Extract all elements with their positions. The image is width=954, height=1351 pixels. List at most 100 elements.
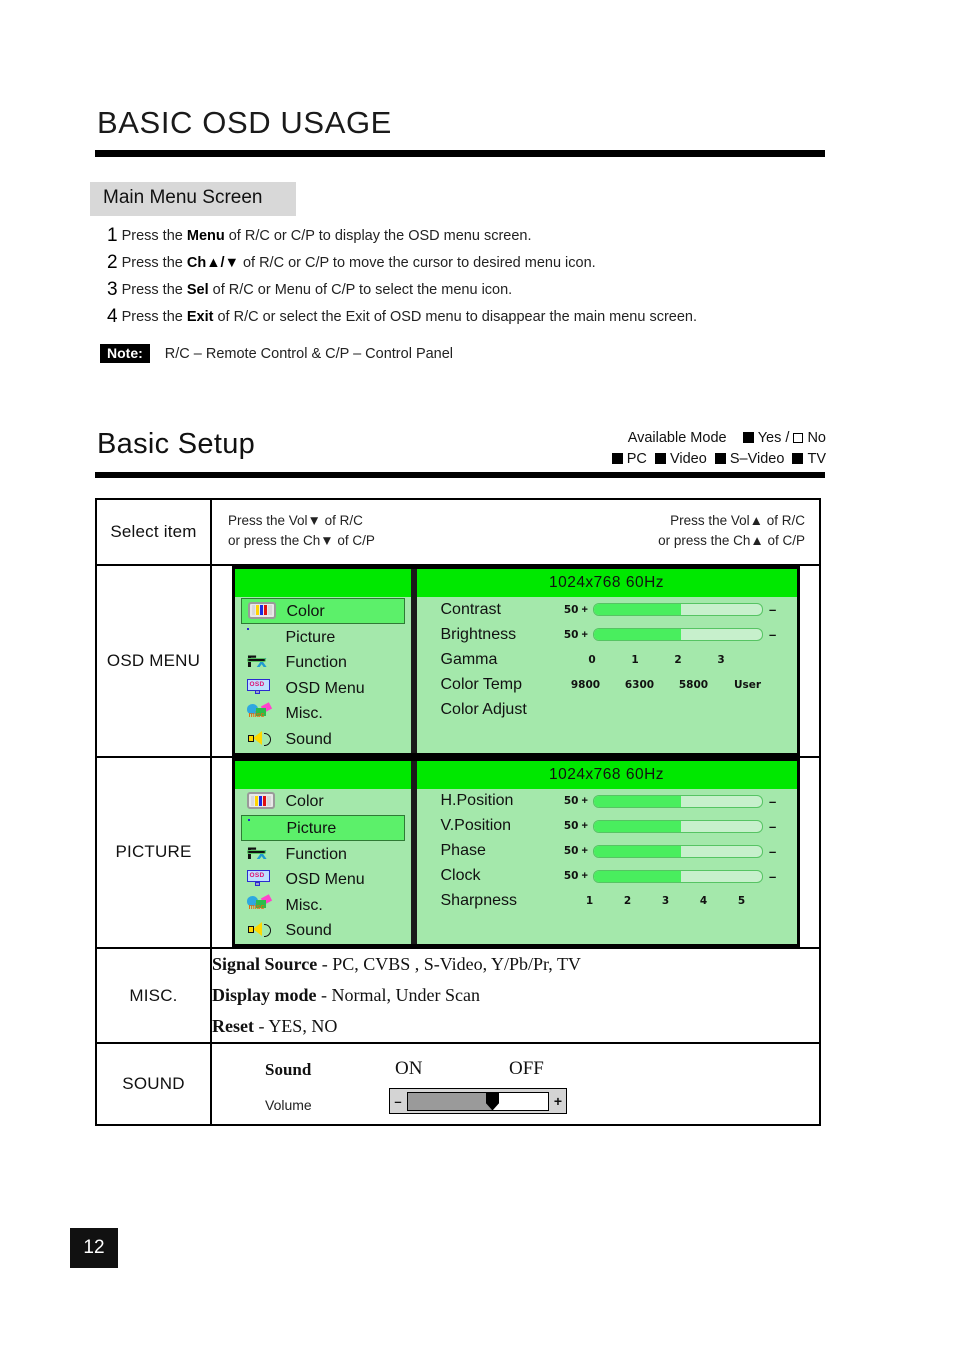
osd-menu-item-sound[interactable]: Sound [241,919,405,944]
step-item: 2 Press the Ch▲/▼ of R/C or C/P to move t… [107,253,827,272]
step-item: 3 Press the Sel of R/C or Menu of C/P to … [107,280,827,299]
picture-icon [247,818,278,838]
misc-value: Normal, Under Scan [331,985,480,1005]
setting-label: Clock [440,867,481,884]
note-row: Note: R/C – Remote Control & C/P – Contro… [100,344,453,363]
osd-menu-item-function[interactable]: Fx Function [241,842,405,867]
color-temp-option[interactable]: 5800 [667,679,721,691]
osd-menu-item-osd-menu[interactable]: OSD OSD Menu [241,676,405,701]
gamma-option[interactable]: 0 [571,654,614,666]
slider-track[interactable] [592,819,763,833]
osd-screen-icon: OSD [246,870,277,889]
slider-track[interactable] [592,628,763,641]
minus-sign: – [768,818,777,834]
basic-setup-table: Select item Press the Vol▼ of R/C or pre… [95,498,821,1126]
osd-setting-contrast[interactable]: Contrast 50 + – [417,597,797,622]
misc-content-cell: Signal Source - PC, CVBS , S-Video, Y/Pb… [210,947,821,1044]
step-post: of R/C or C/P to display the OSD menu sc… [224,228,532,244]
sharpness-options[interactable]: 1 2 3 4 5 [571,895,761,907]
osd-setting-sharpness[interactable]: Sharpness 1 2 3 4 5 [417,889,797,914]
osd-menu-item-sound[interactable]: Sound [241,727,405,752]
volume-slider-track[interactable] [407,1091,549,1111]
slider-track[interactable] [592,794,763,808]
mode-pc: PC [626,451,647,467]
osd-menu-item-osd-menu[interactable]: OSD OSD Menu [241,868,405,893]
steps-list: 1 Press the Menu of R/C or C/P to display… [107,226,827,336]
sharpness-option[interactable]: 5 [723,895,761,907]
sharpness-option[interactable]: 4 [685,895,723,907]
sound-setting-label: Sound [265,1060,312,1079]
osd-menu-item-misc[interactable]: misc Misc. [241,893,405,918]
misc-icon: misc [246,702,277,723]
color-temp-option[interactable]: 6300 [613,679,667,691]
color-temp-option[interactable]: 9800 [559,679,613,691]
misc-line: Signal Source - PC, CVBS , S-Video, Y/Pb… [212,949,819,980]
slider-track[interactable] [592,603,763,616]
sound-off-option[interactable]: OFF [509,1058,544,1080]
mode-video: Video [669,451,707,467]
gamma-option[interactable]: 1 [614,654,657,666]
osd-menu-item-label: Sound [285,730,332,748]
mode-tv: TV [807,451,826,467]
empty-square-icon [793,433,804,443]
yes-label: Yes [757,430,782,446]
slider-track[interactable] [592,844,763,858]
available-mode-label: Available Mode [627,430,727,446]
gamma-option[interactable]: 2 [657,654,700,666]
row-label-picture: PICTURE [115,842,192,862]
increase-line-2: or press the Ch▲ of C/P [658,533,805,548]
osd-setting-gamma[interactable]: Gamma 0 1 2 3 [417,647,797,672]
function-fx-icon: Fx [246,653,277,672]
osd-menu-item-color[interactable]: Color [240,598,405,624]
osd-menu-item-color[interactable]: Color [241,790,405,815]
volume-decrease-icon[interactable]: – [390,1094,406,1109]
slider-track[interactable] [592,869,763,883]
osd-setting-brightness[interactable]: Brightness 50 + – [417,622,797,647]
setting-label: V.Position [440,817,512,834]
gamma-option[interactable]: 3 [700,654,743,666]
osd-setting-h-position[interactable]: H.Position 50 + – [417,789,797,814]
row-label-cell: MISC. [95,947,212,1044]
gamma-options[interactable]: 0 1 2 3 [571,654,743,666]
setting-label: Color Temp [440,675,523,693]
color-temp-option[interactable]: User [721,679,775,691]
misc-line: Display mode - Normal, Under Scan [212,980,819,1011]
sharpness-option[interactable]: 1 [571,895,609,907]
minus-sign: – [768,868,777,884]
osd-menu-item-picture[interactable]: Picture [241,625,405,650]
setting-label: H.Position [440,792,514,809]
step-key: Menu [186,228,225,244]
osd-menu-item-picture[interactable]: Picture [240,815,405,841]
misc-key: Reset [212,1016,254,1036]
osd-menu-item-misc[interactable]: misc Misc. [241,702,405,727]
speaker-icon [247,921,277,940]
volume-increase-icon[interactable]: + [550,1093,566,1109]
osd-setting-clock[interactable]: Clock 50 + – [417,864,797,889]
osd-menu-item-function[interactable]: Fx Function [241,651,405,676]
step-key: Exit [186,309,214,325]
sharpness-option[interactable]: 2 [609,895,647,907]
section-heading-label: Main Menu Screen [103,187,263,208]
osd-menu-item-label: Picture [285,628,336,646]
sharpness-option[interactable]: 3 [647,895,685,907]
setting-value: 50 [563,820,579,832]
osd-setting-color-adjust[interactable]: Color Adjust [417,697,797,722]
osd-menu-screenshot-cell: Color Picture Function OSD OSD Menu misc… [210,564,821,758]
osd-menu-item-label: Misc. [285,896,323,914]
volume-label: Volume [265,1097,312,1113]
osd-menu-item-label: Color [285,793,324,811]
step-post: of R/C or Menu of C/P to select the menu… [208,282,513,298]
table-row: PICTURE Color Picture Function OSD OSD M… [95,755,821,949]
color-temp-options[interactable]: 9800 6300 5800 User [559,679,775,691]
step-item: 1 Press the Menu of R/C or C/P to display… [107,226,827,245]
osd-sidebar: Color Picture Function OSD OSD Menu misc… [234,569,411,753]
table-row: OSD MENU Color Picture Function OSD OSD … [95,564,821,758]
osd-setting-color-temp[interactable]: Color Temp 9800 6300 5800 User [417,672,797,697]
row-label-cell: SOUND [95,1042,212,1126]
volume-control[interactable]: – + [389,1088,567,1114]
no-label: No [807,430,826,446]
volume-slider-fill [408,1092,492,1110]
osd-setting-v-position[interactable]: V.Position 50 + – [417,814,797,839]
osd-setting-phase[interactable]: Phase 50 + – [417,839,797,864]
sound-on-option[interactable]: ON [395,1058,422,1080]
